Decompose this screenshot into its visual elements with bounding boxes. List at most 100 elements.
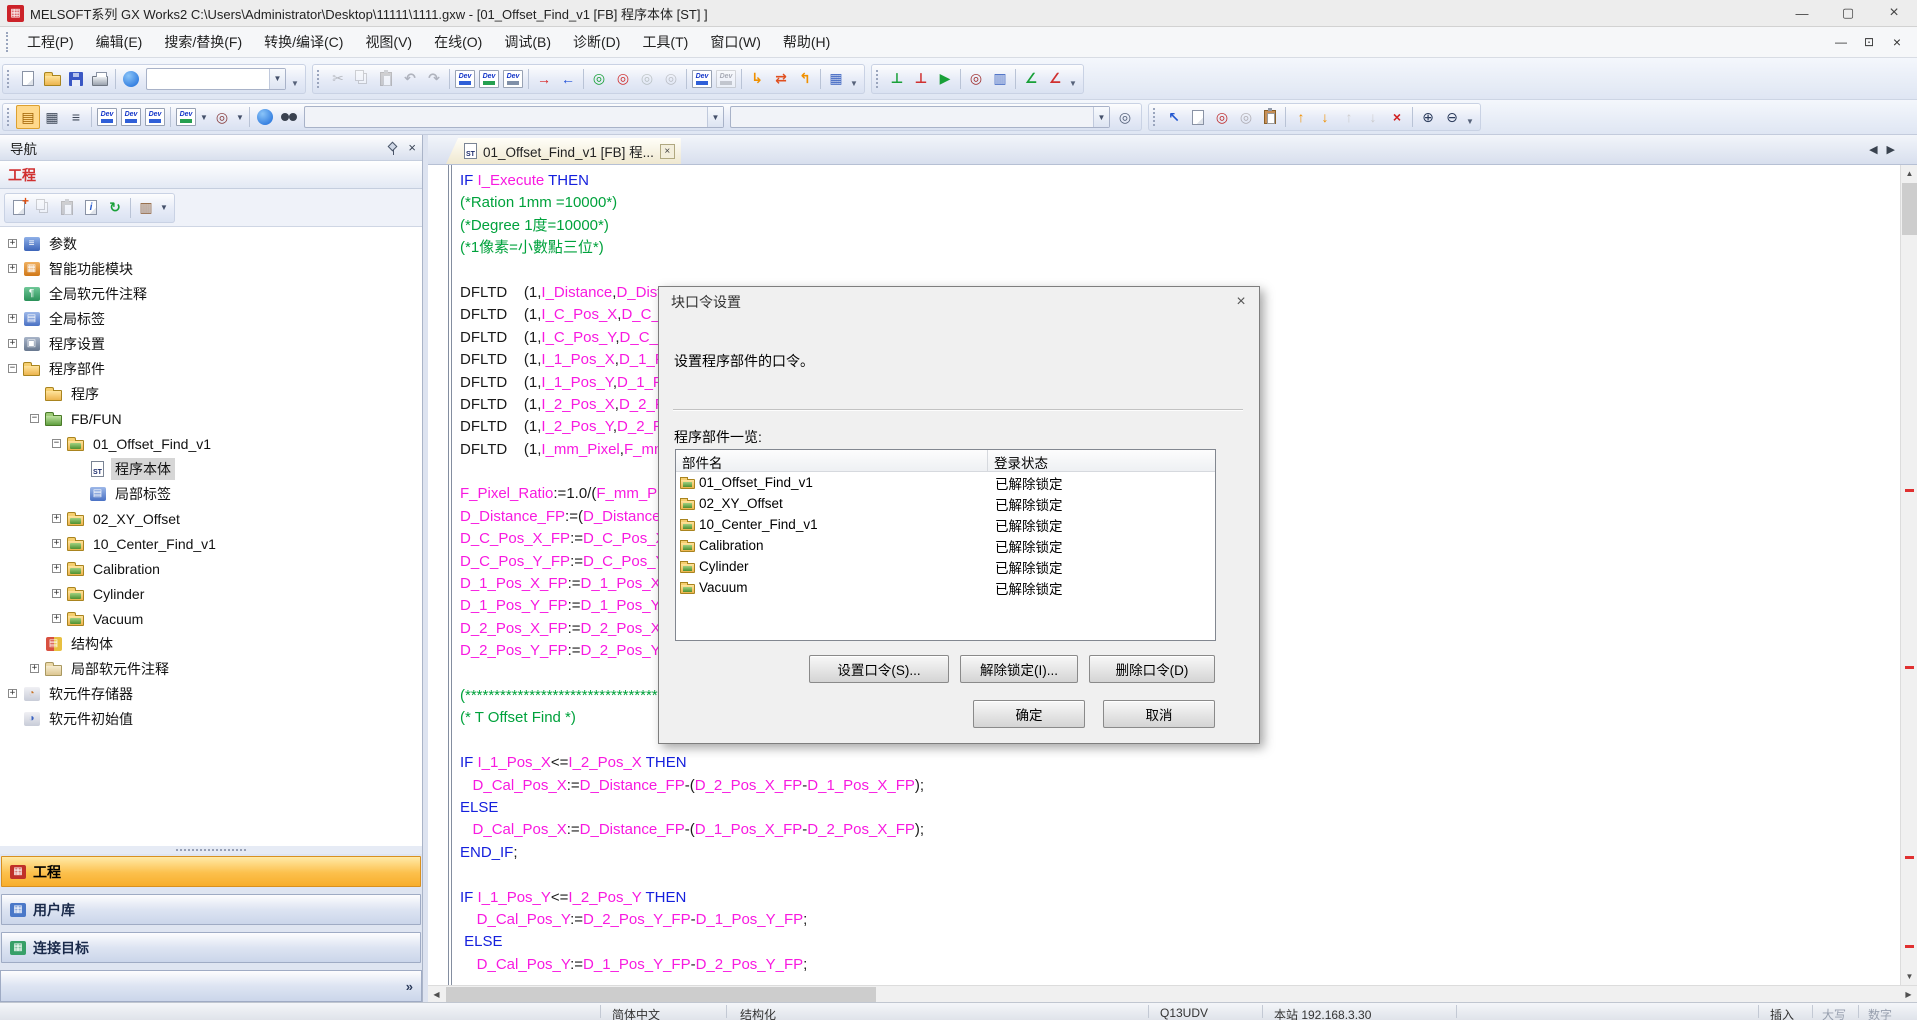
zoom-out-button[interactable]: ⊖: [1440, 105, 1464, 129]
module-configuration-button[interactable]: ▦: [40, 105, 64, 129]
bookmark-prev-button[interactable]: ↑: [1337, 105, 1361, 129]
component-row-Cylinder[interactable]: Cylinder已解除锁定: [676, 556, 1215, 577]
toolbar-overflow-online[interactable]: ▼: [848, 67, 860, 91]
pin-icon[interactable]: [388, 142, 398, 154]
device-memory-button[interactable]: Dev: [477, 67, 501, 91]
toolbar-grip[interactable]: [7, 108, 11, 126]
device-cross-reference-button[interactable]: Dev: [143, 105, 167, 129]
cross-reference-window-button[interactable]: [1258, 105, 1282, 129]
undo-button[interactable]: ↶: [398, 67, 422, 91]
chevron-down-icon[interactable]: ▼: [198, 106, 210, 128]
help-button-2[interactable]: [253, 105, 277, 129]
ladder-monitor-stop-button[interactable]: ⊥: [909, 67, 933, 91]
navigation-collapse-strip[interactable]: »: [0, 970, 422, 1002]
column-header-name[interactable]: 部件名: [676, 450, 988, 471]
tree-item-局部标签[interactable]: ▤局部标签: [0, 481, 422, 506]
find-button[interactable]: [277, 105, 301, 129]
combo-dropdown-icon[interactable]: ▼: [707, 107, 723, 127]
tree-item-FB/FUN[interactable]: −FB/FUN: [0, 406, 422, 431]
scroll-left-icon[interactable]: ◀: [428, 986, 445, 1003]
tree-item-结构体[interactable]: ▤结构体: [0, 631, 422, 656]
horizontal-scroll-thumb[interactable]: [446, 987, 876, 1002]
menu-item-0[interactable]: 工程(P): [16, 30, 85, 55]
tree-expander[interactable]: −: [30, 414, 39, 423]
toolbar-overflow-edit[interactable]: ▼: [1464, 105, 1476, 129]
device-search-dropdown[interactable]: ◎: [210, 105, 234, 129]
write-to-plc-button[interactable]: →: [532, 67, 556, 91]
output-window-button[interactable]: ≡: [64, 105, 88, 129]
read-from-plc-button[interactable]: ←: [556, 67, 580, 91]
column-header-status[interactable]: 登录状态: [988, 450, 1215, 471]
tree-expander[interactable]: +: [52, 614, 61, 623]
tree-expander[interactable]: +: [8, 689, 17, 698]
device-display-format-dropdown[interactable]: Dev: [174, 105, 198, 129]
tree-item-01_Offset_Find_v1[interactable]: −01_Offset_Find_v1: [0, 431, 422, 456]
navigation-toggle-button[interactable]: ▤: [16, 105, 40, 129]
tree-item-10_Center_Find_v1[interactable]: +10_Center_Find_v1: [0, 531, 422, 556]
set-password-button[interactable]: 设置口令(S)...: [809, 655, 949, 683]
ok-button[interactable]: 确定: [973, 700, 1085, 728]
nav-mode-button-工程[interactable]: ▦工程: [1, 856, 421, 887]
tree-expander[interactable]: +: [30, 664, 39, 673]
panel-resize-grip[interactable]: [0, 846, 422, 854]
tree-expander[interactable]: +: [8, 314, 17, 323]
tree-expander[interactable]: +: [52, 589, 61, 598]
toolbar-overflow-debug[interactable]: ▼: [1067, 67, 1079, 91]
copy-button[interactable]: [350, 67, 374, 91]
device-find-in-program-button[interactable]: ◎: [1210, 105, 1234, 129]
nav-mode-button-连接目标[interactable]: ▦连接目标: [1, 932, 421, 963]
forced-io-button[interactable]: ▥: [988, 67, 1012, 91]
device-list-button[interactable]: Dev: [119, 105, 143, 129]
step-out-button[interactable]: ↰: [793, 67, 817, 91]
menu-item-2[interactable]: 搜索/替换(F): [153, 30, 253, 55]
help-button[interactable]: [119, 67, 143, 91]
tree-item-全局标签[interactable]: +▤全局标签: [0, 306, 422, 331]
refresh-view-button[interactable]: ↻: [103, 196, 127, 220]
device-display-off-button[interactable]: Dev: [714, 67, 738, 91]
tree-item-02_XY_Offset[interactable]: +02_XY_Offset: [0, 506, 422, 531]
menu-item-5[interactable]: 在线(O): [423, 30, 493, 55]
tree-expander[interactable]: +: [8, 339, 17, 348]
component-row-Vacuum[interactable]: Vacuum已解除锁定: [676, 577, 1215, 598]
menu-item-6[interactable]: 调试(B): [493, 30, 562, 55]
bookmark-next-button[interactable]: ↓: [1361, 105, 1385, 129]
step-exchange-button[interactable]: ⇄: [769, 67, 793, 91]
component-row-01_Offset_Find_v1[interactable]: 01_Offset_Find_v1已解除锁定: [676, 472, 1215, 493]
find-target-combo[interactable]: ▼: [304, 106, 724, 128]
device-batch-button[interactable]: Dev: [501, 67, 525, 91]
new-data-button[interactable]: [7, 196, 31, 220]
document-tab[interactable]: ST 01_Offset_Find_v1 [FB] 程... ×: [446, 138, 681, 164]
menu-item-3[interactable]: 转换/编译(C): [253, 30, 354, 55]
toolbar-grip[interactable]: [876, 70, 880, 88]
paste-button[interactable]: [374, 67, 398, 91]
tree-item-程序本体[interactable]: ST程序本体: [0, 456, 422, 481]
toolbar-grip[interactable]: [7, 70, 11, 88]
horizontal-scrollbar[interactable]: ◀ ▶: [428, 985, 1917, 1002]
scroll-right-icon[interactable]: ▶: [1900, 986, 1917, 1003]
unlock-button[interactable]: 解除锁定(I)...: [960, 655, 1078, 683]
save-project-button[interactable]: [64, 67, 88, 91]
find-next-button[interactable]: ◎: [1113, 105, 1137, 129]
tree-item-参数[interactable]: +≡参数: [0, 231, 422, 256]
maximize-button[interactable]: ▢: [1825, 0, 1871, 27]
remote-operation-button[interactable]: ▦: [824, 67, 848, 91]
cut-button[interactable]: ✂: [326, 67, 350, 91]
minimize-button[interactable]: —: [1779, 0, 1825, 27]
watch-start-button[interactable]: ◎: [635, 67, 659, 91]
redo-button[interactable]: ↷: [422, 67, 446, 91]
combo-dropdown-icon[interactable]: ▼: [269, 69, 285, 89]
toolbar-grip[interactable]: [1153, 108, 1157, 126]
sort-filter-dropdown[interactable]: ▥: [134, 196, 158, 220]
tree-item-局部软元件注释[interactable]: +局部软元件注释: [0, 656, 422, 681]
tree-expander[interactable]: +: [8, 239, 17, 248]
delete-password-button[interactable]: 删除口令(D): [1089, 655, 1215, 683]
menu-item-4[interactable]: 视图(V): [354, 30, 423, 55]
label-jump-up-button[interactable]: ↑: [1289, 105, 1313, 129]
mdi-close-button[interactable]: ×: [1885, 32, 1909, 52]
label-jump-down-button[interactable]: ↓: [1313, 105, 1337, 129]
nav-mode-button-用户库[interactable]: ▦用户库: [1, 894, 421, 925]
ladder-monitor-start-button[interactable]: ⊥: [885, 67, 909, 91]
scroll-up-icon[interactable]: ▲: [1901, 165, 1917, 182]
device-comment-button[interactable]: Dev: [453, 67, 477, 91]
mdi-restore-button[interactable]: ⊡: [1857, 32, 1881, 52]
